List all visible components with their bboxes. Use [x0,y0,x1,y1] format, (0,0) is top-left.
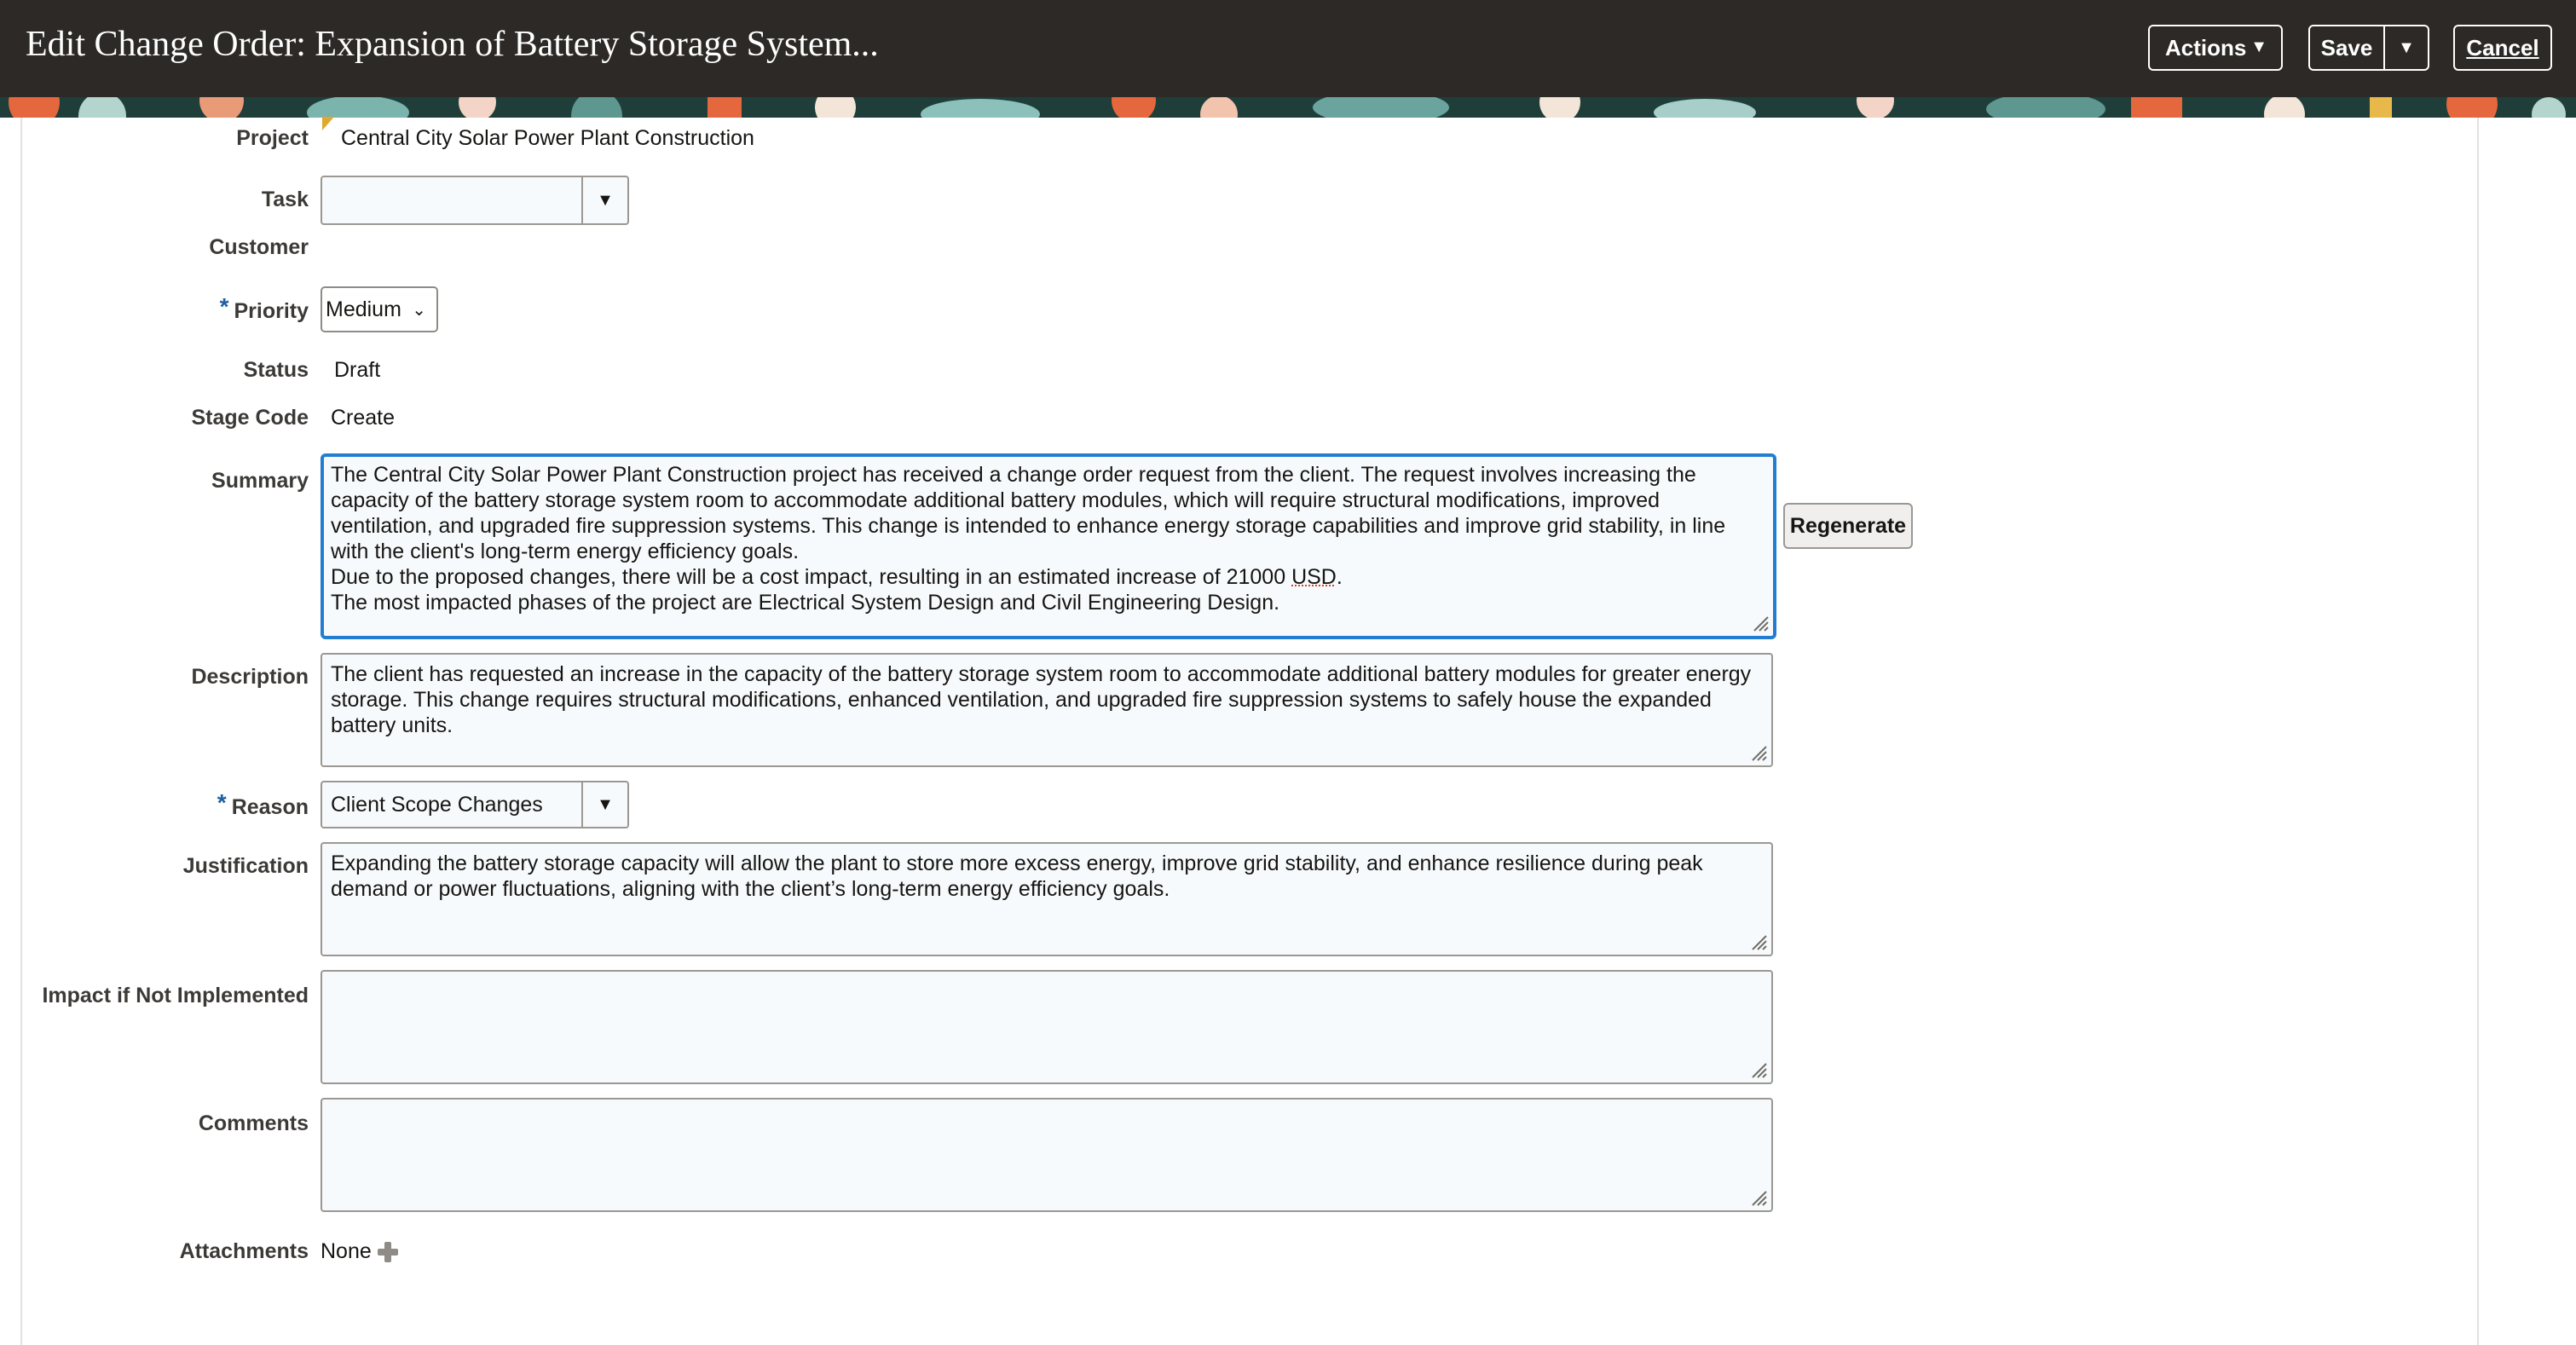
dropdown-arrow-icon[interactable]: ▼ [581,782,627,827]
actions-label: Actions [2165,34,2247,61]
reason-label-text: Reason [231,795,309,819]
description-label: Description [191,665,309,689]
summary-cost-suffix: . [1336,565,1343,589]
attachments-value: None [321,1239,372,1263]
reason-label: * Reason [217,789,309,820]
attachments-label: Attachments [179,1239,309,1263]
flag-icon [322,117,334,130]
priority-select-value: Medium [326,297,401,321]
status-label: Status [243,358,309,382]
impact-textarea[interactable] [321,970,1773,1084]
content-left-border [20,118,22,1345]
save-menu-button[interactable]: ▼ [2385,38,2428,58]
task-select[interactable]: ▼ [321,176,629,225]
caret-down-icon: ▼ [2250,38,2267,56]
resize-handle-icon[interactable] [1751,614,1770,632]
dropdown-arrow-icon[interactable]: ▼ [581,177,627,223]
resize-handle-icon[interactable] [1749,743,1768,762]
content-right-border [2477,118,2479,1345]
summary-paragraph-2: Due to the proposed changes, there will … [331,564,1766,590]
save-button-group: Save ▼ [2308,25,2429,71]
description-text: The client has requested an increase in … [331,662,1758,737]
cancel-label: Cancel [2466,34,2539,61]
comments-textarea[interactable] [321,1098,1773,1212]
impact-label: Impact if Not Implemented [42,984,309,1007]
stage-code-label: Stage Code [191,406,309,430]
decorative-banner [0,97,2576,118]
resize-handle-icon[interactable] [1749,1060,1768,1079]
save-button[interactable]: Save [2310,26,2385,69]
resize-handle-icon[interactable] [1749,932,1768,951]
reason-select[interactable]: Client Scope Changes ▼ [321,781,629,828]
summary-textarea[interactable]: The Central City Solar Power Plant Const… [321,453,1776,639]
priority-label: * Priority [220,293,309,324]
customer-label: Customer [209,235,309,259]
page-title: Edit Change Order: Expansion of Battery … [26,25,879,64]
justification-label: Justification [182,854,309,878]
caret-down-icon: ▼ [2398,38,2415,57]
cancel-button[interactable]: Cancel [2453,25,2552,71]
project-label: Project [236,126,309,150]
resize-handle-icon[interactable] [1749,1188,1768,1207]
justification-text: Expanding the battery storage capacity w… [331,851,1709,901]
task-label: Task [261,188,309,211]
page-header: Edit Change Order: Expansion of Battery … [0,0,2576,97]
save-label: Save [2320,34,2373,61]
summary-paragraph-1: The Central City Solar Power Plant Const… [331,463,1732,563]
priority-select[interactable]: Medium ⌄ [321,286,438,332]
actions-button[interactable]: Actions ▼ [2148,25,2283,71]
stage-code-value: Create [331,406,396,430]
justification-textarea[interactable]: Expanding the battery storage capacity w… [321,842,1773,956]
required-indicator: * [217,789,227,816]
regenerate-button[interactable]: Regenerate [1783,503,1913,549]
summary-cost-text: Due to the proposed changes, there will … [331,565,1292,589]
chevron-down-icon: ⌄ [412,301,426,320]
comments-label: Comments [198,1111,309,1135]
description-textarea[interactable]: The client has requested an increase in … [321,653,1773,767]
required-indicator: * [219,293,229,320]
reason-select-value: Client Scope Changes [331,792,543,817]
summary-currency: USD [1291,565,1337,589]
add-attachment-icon[interactable] [375,1239,401,1265]
summary-label: Summary [211,469,309,493]
summary-paragraph-3: The most impacted phases of the project … [331,591,1280,615]
status-value: Draft [334,358,381,382]
priority-label-text: Priority [234,299,309,323]
project-value: Central City Solar Power Plant Construct… [341,126,754,150]
